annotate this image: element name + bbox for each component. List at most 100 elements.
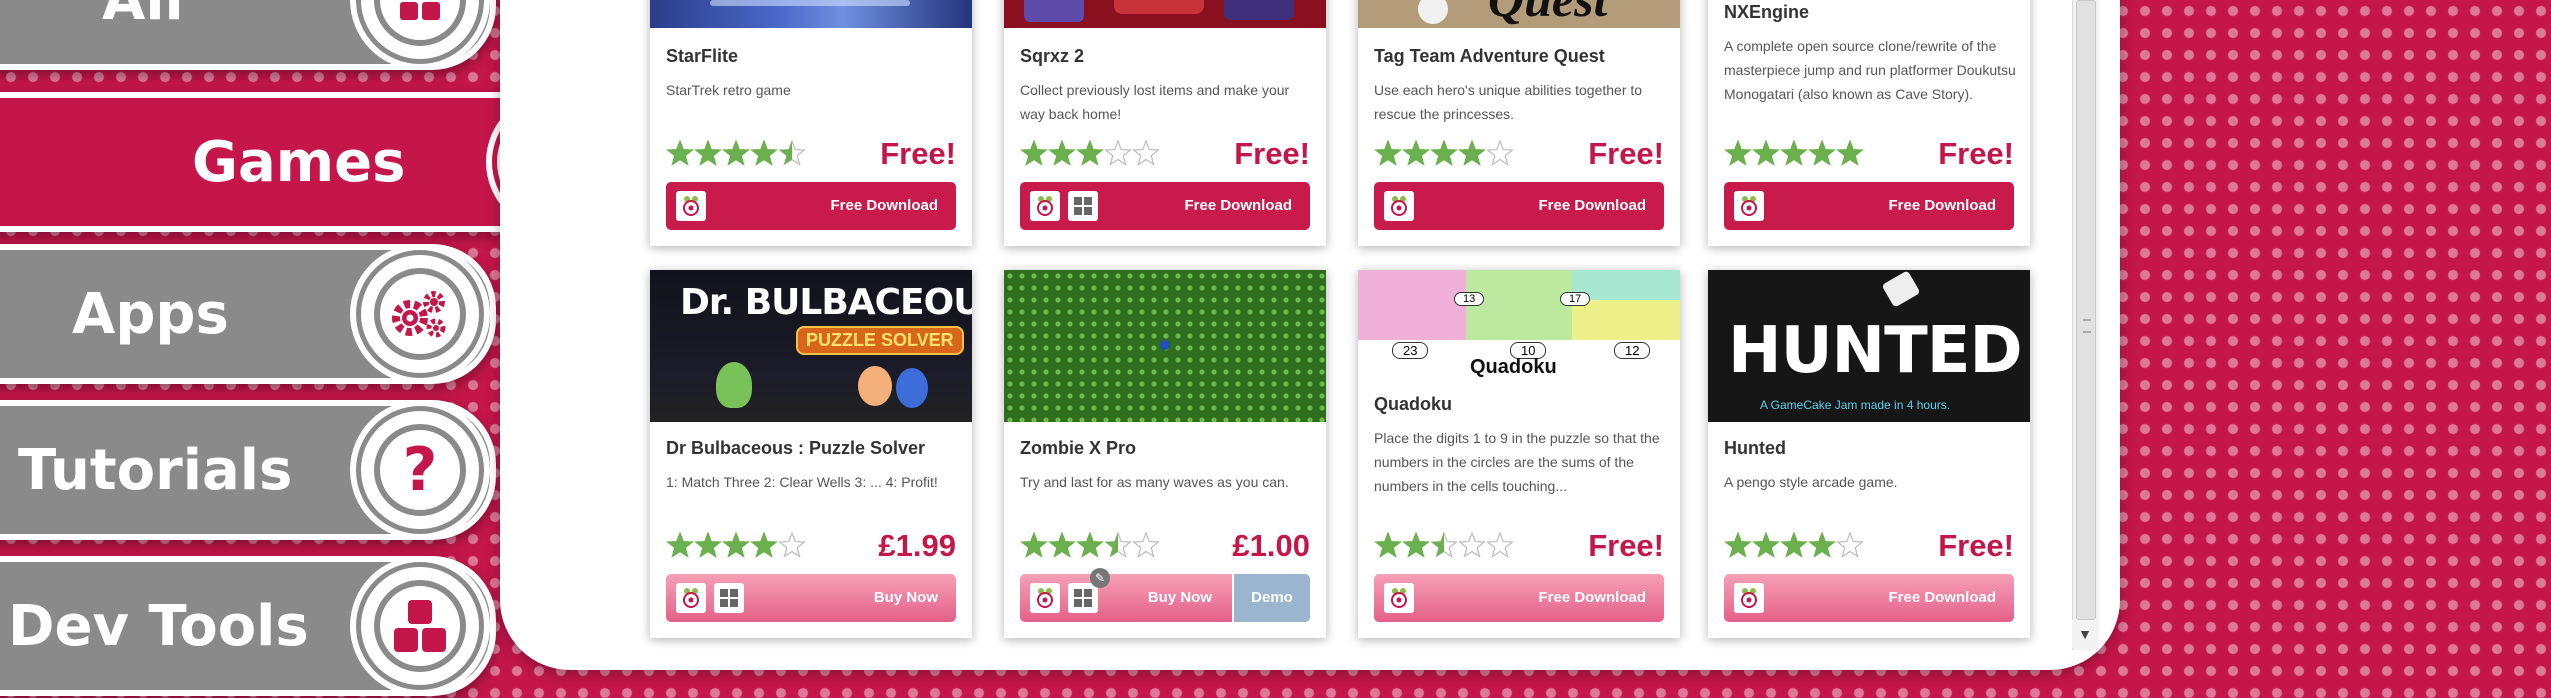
app-title[interactable]: Sqrxz 2 [1020,46,1084,67]
star-filled-icon [1020,532,1048,558]
button-label: Free Download [1538,197,1646,214]
app-price: Free! [880,136,956,171]
star-filled-icon [1836,140,1864,166]
vertical-scrollbar[interactable] [2072,0,2099,650]
rating-stars [1374,140,1514,166]
quadoku-num: 12 [1614,342,1651,359]
star-empty-icon [1132,532,1160,558]
button-label: Free Download [1888,589,1996,606]
nav-label: Games [192,129,406,195]
star-filled-icon [1402,140,1430,166]
nav-badge [356,562,484,690]
demo-button[interactable]: Demo [1232,574,1310,622]
app-card-nxengine[interactable]: NXEngine A complete open source clone/re… [1708,0,2030,246]
app-thumbnail: HUNTED A GameCake Jam made in 4 hours. [1708,270,2030,422]
app-card-quadoku[interactable]: 13 17 23 10 12 Quadoku Quadoku Place the… [1358,270,1680,638]
windows-icon [714,583,744,613]
star-filled-icon [1724,532,1752,558]
raspberry-icon [676,191,706,221]
star-filled-icon [694,532,722,558]
rating-stars [1020,140,1160,166]
app-thumbnail [1004,270,1326,422]
app-card-starflite[interactable]: StarFlite StarTrek retro game Free! Free… [650,0,972,246]
thumbnail-title-text: Quadoku [1470,356,1557,378]
app-title[interactable]: Dr Bulbaceous : Puzzle Solver [666,438,925,459]
app-price: Free! [1938,136,2014,171]
rating-stars [1374,532,1514,558]
star-empty-icon [1458,532,1486,558]
nav-item-tutorials[interactable]: Tutorials ? [0,400,496,540]
button-label: Free Download [1888,197,1996,214]
app-title[interactable]: Zombie X Pro [1020,438,1136,459]
star-filled-icon [750,140,778,166]
app-card-hunted[interactable]: HUNTED A GameCake Jam made in 4 hours. H… [1708,270,2030,638]
app-card-dr-bulbaceous[interactable]: Dr. BULBACEOUS PUZZLE SOLVER Dr Bulbaceo… [650,270,972,638]
buy-now-button[interactable]: Buy Now [666,574,956,622]
thumbnail-title-text: Dr. BULBACEOUS [680,282,972,323]
star-filled-icon [1048,140,1076,166]
nav-badge: ? [356,406,484,534]
app-price: Free! [1234,136,1310,171]
star-filled-icon [1752,140,1780,166]
app-description: A pengo style arcade game. [1724,474,1898,490]
thumbnail-subtitle-text: PUZZLE SOLVER [796,326,964,355]
star-filled-icon [1780,140,1808,166]
raspberry-icon [1384,583,1414,613]
thumbnail-title-text: HUNTED [1728,314,2023,388]
app-title[interactable]: StarFlite [666,46,738,67]
thumbnail-subtitle-text: A GameCake Jam made in 4 hours. [1760,398,1951,412]
button-label: Free Download [1538,589,1646,606]
app-thumbnail: Quest [1358,0,1680,28]
rating-stars [1724,532,1864,558]
app-title[interactable]: NXEngine [1724,2,1809,23]
star-empty-icon [1132,140,1160,166]
nav-item-all[interactable]: All [0,0,496,70]
button-label: Free Download [1184,197,1292,214]
windows-icon [1068,583,1098,613]
nav-label: Dev Tools [8,593,309,659]
app-title[interactable]: Tag Team Adventure Quest [1374,46,1605,67]
button-label: Free Download [830,197,938,214]
scroll-thumb[interactable] [2076,0,2096,620]
star-filled-icon [1430,140,1458,166]
app-title[interactable]: Quadoku [1374,394,1452,415]
free-download-button[interactable]: Free Download [1724,574,2014,622]
app-description: Place the digits 1 to 9 in the puzzle so… [1374,430,1660,494]
app-price: Free! [1938,528,2014,563]
app-thumbnail [650,0,972,28]
raspberry-icon [1384,191,1414,221]
rating-stars [666,532,806,558]
quadoku-num: 13 [1454,292,1485,306]
raspberry-icon [1734,583,1764,613]
app-thumbnail: 13 17 23 10 12 Quadoku [1358,270,1680,378]
app-card-sqrxz-2[interactable]: Sqrxz 2 Collect previously lost items an… [1004,0,1326,246]
app-price: Free! [1588,528,1664,563]
star-empty-icon [1836,532,1864,558]
star-filled-icon [1076,532,1104,558]
question-icon: ? [402,435,438,505]
blocks-icon [394,600,446,652]
nav-item-apps[interactable]: Apps [0,244,496,384]
star-filled-icon [722,532,750,558]
app-thumbnail [1004,0,1326,28]
free-download-button[interactable]: Free Download [1374,182,1664,230]
app-title[interactable]: Hunted [1724,438,1786,459]
star-filled-icon [1808,532,1836,558]
buy-now-button[interactable]: ✎ Buy Now Demo [1020,568,1310,622]
free-download-button[interactable]: Free Download [666,182,956,230]
free-download-button[interactable]: Free Download [1374,574,1664,622]
rating-stars [1020,532,1160,558]
star-filled-icon [1808,140,1836,166]
star-filled-icon [1402,532,1430,558]
star-filled-icon [1780,532,1808,558]
button-label: Buy Now [873,589,938,606]
app-card-zombie-x-pro[interactable]: Zombie X Pro Try and last for as many wa… [1004,270,1326,638]
free-download-button[interactable]: Free Download [1724,182,2014,230]
nav-item-dev-tools[interactable]: Dev Tools [0,556,496,696]
star-filled-icon [694,140,722,166]
scroll-down-arrow-icon[interactable]: ▼ [2072,620,2098,648]
app-card-tag-team-adventure-quest[interactable]: Quest Tag Team Adventure Quest Use each … [1358,0,1680,246]
free-download-button[interactable]: Free Download [1020,182,1310,230]
quadoku-num: 17 [1560,292,1591,306]
grid-squares-icon [400,2,440,20]
